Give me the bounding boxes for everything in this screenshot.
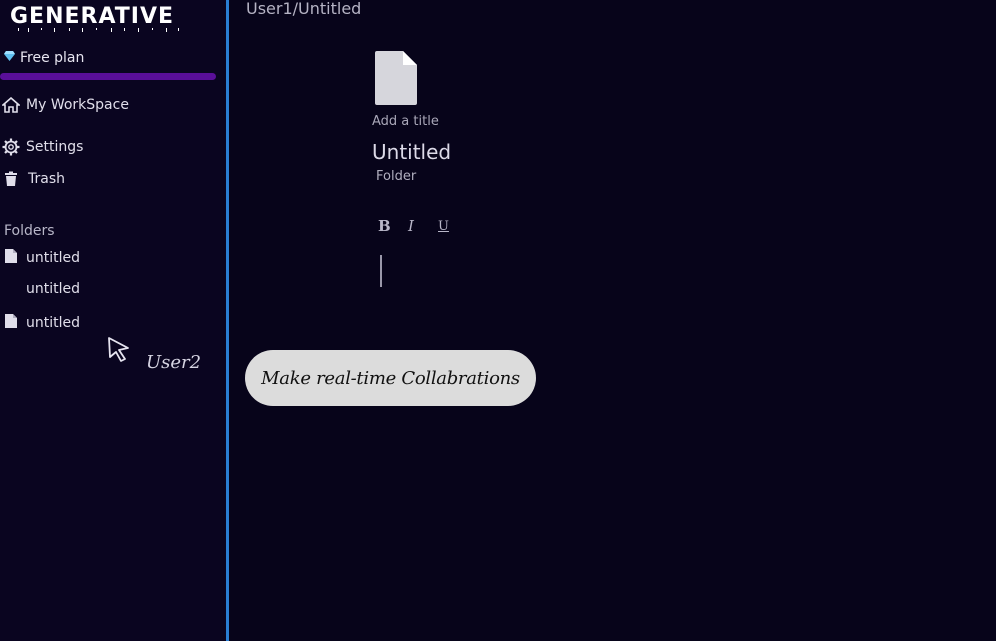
folder-item-icon-placeholder — [4, 281, 18, 297]
italic-button[interactable]: I — [408, 217, 438, 235]
sidebar-item-workspace[interactable]: My WorkSpace — [2, 97, 129, 113]
document-icon[interactable] — [374, 50, 418, 110]
collaborator-name: User2 — [146, 352, 202, 373]
plan-indicator[interactable]: Free plan — [3, 50, 84, 66]
underline-button[interactable]: U — [438, 217, 468, 235]
sidebar-divider[interactable] — [226, 0, 229, 641]
format-toolbar: B I U — [378, 217, 468, 235]
plan-label: Free plan — [20, 50, 85, 66]
gear-icon — [2, 138, 20, 156]
folder-item[interactable]: untitled — [4, 313, 80, 333]
logo-drip-decoration — [18, 28, 179, 32]
editor-text-area[interactable] — [380, 255, 382, 287]
sidebar-item-label: Trash — [28, 171, 65, 187]
folder-item-label: untitled — [26, 250, 81, 266]
app-logo[interactable]: GENERATIVE — [10, 4, 174, 29]
sidebar: GENERATIVE Free plan My WorkSpace Settin… — [0, 0, 226, 641]
document-folder-label: Folder — [376, 169, 417, 184]
collaboration-banner-text: Make real-time Collabrations — [261, 367, 520, 389]
page-title[interactable]: Untitled — [372, 140, 451, 164]
diamond-icon — [3, 50, 16, 66]
plan-usage-bar — [0, 73, 216, 80]
sidebar-item-settings[interactable]: Settings — [2, 138, 83, 156]
folder-item-label: untitled — [26, 281, 81, 297]
breadcrumb[interactable]: User1/Untitled — [246, 0, 361, 18]
home-icon — [2, 97, 20, 113]
collaboration-banner: Make real-time Collabrations — [245, 350, 536, 406]
folder-item-label: untitled — [26, 315, 81, 331]
sidebar-item-trash[interactable]: Trash — [2, 171, 65, 187]
file-icon — [4, 248, 18, 268]
folder-item[interactable]: untitled — [4, 248, 80, 268]
sidebar-item-label: My WorkSpace — [26, 97, 129, 113]
bold-button[interactable]: B — [378, 217, 408, 235]
folder-item[interactable]: untitled — [4, 281, 80, 297]
add-title-button[interactable]: Add a title — [372, 114, 439, 129]
trash-icon — [2, 171, 18, 187]
folders-heading: Folders — [4, 223, 55, 239]
file-icon — [4, 313, 18, 333]
sidebar-item-label: Settings — [26, 139, 84, 155]
collaborator-cursor-icon — [106, 336, 132, 366]
